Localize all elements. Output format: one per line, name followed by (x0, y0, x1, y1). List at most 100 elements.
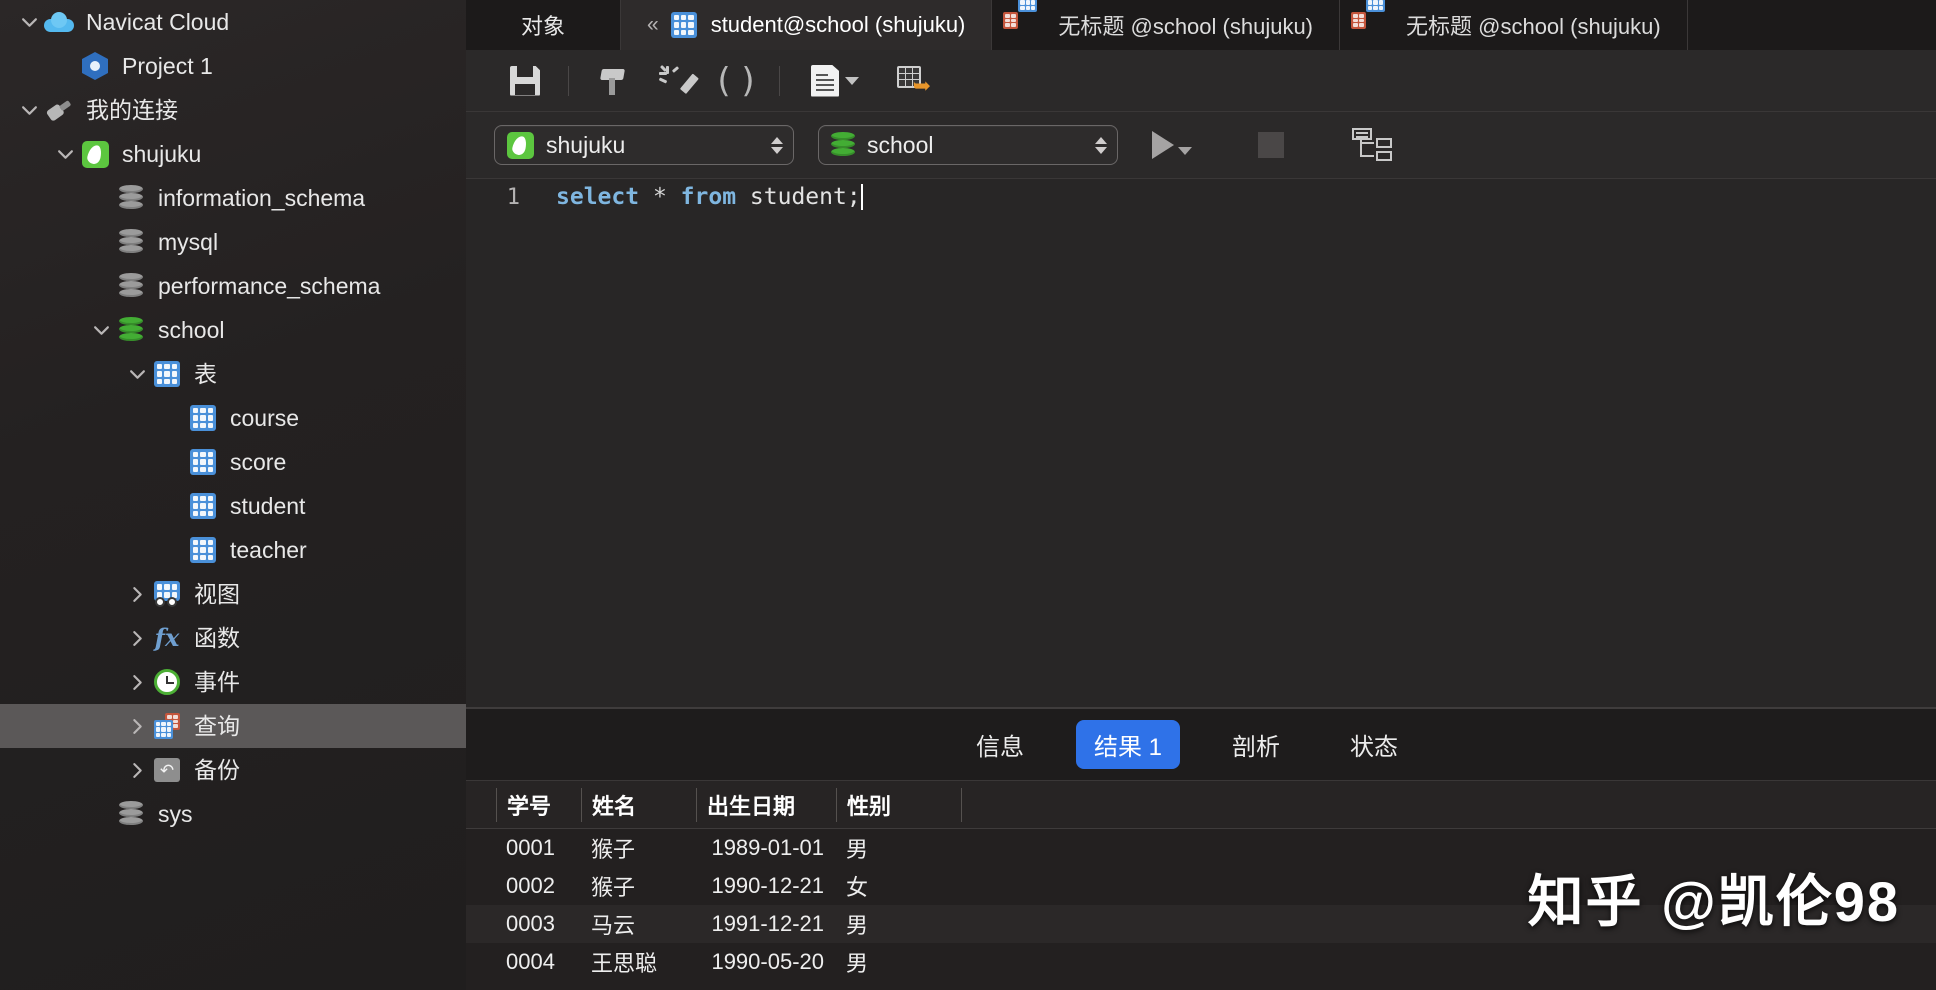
main-area: 对象 «student@school (shujuku)无标题 @school … (466, 0, 1936, 990)
results-tab-bar[interactable]: 信息 结果 1 剖析 状态 (466, 709, 1936, 781)
tree-item-NavicatCloud[interactable]: Navicat Cloud (0, 0, 466, 44)
result-view-button[interactable] (792, 59, 878, 103)
tree-item-score[interactable]: score (0, 440, 466, 484)
sql-token-plain (667, 184, 681, 210)
results-tab-3[interactable]: 状态 (1332, 720, 1416, 769)
table-cell[interactable]: 猴子 (581, 832, 696, 864)
sql-editor[interactable]: 1 select * from student; (466, 178, 1936, 707)
backup-icon: ↶ (154, 758, 180, 782)
table-cell[interactable]: 0003 (496, 911, 581, 937)
connection-select-stepper-icon[interactable] (771, 137, 783, 154)
results-tab-label: 结果 1 (1094, 734, 1162, 761)
twisty-down-icon[interactable] (86, 322, 116, 339)
results-tab-2[interactable]: 剖析 (1214, 720, 1298, 769)
column-header-2[interactable]: 出生日期 (696, 788, 836, 822)
column-header-1[interactable]: 姓名 (581, 788, 696, 822)
save-button[interactable] (494, 59, 556, 103)
twisty-down-icon[interactable] (14, 14, 44, 31)
tree-item-[interactable]: 我的连接 (0, 88, 466, 132)
stop-button[interactable] (1258, 132, 1284, 158)
table-cell[interactable]: 1991-12-21 (696, 911, 836, 937)
results-grid-header[interactable]: 学号姓名出生日期性别 (466, 781, 1936, 829)
tree-item-[interactable]: 表 (0, 352, 466, 396)
editor-toolbar[interactable]: ( ) ➥ (466, 50, 1936, 112)
sql-token-keyword: from (681, 184, 736, 210)
twisty-right-icon[interactable] (122, 674, 152, 691)
column-header-0[interactable]: 学号 (496, 788, 581, 822)
objects-button[interactable]: 对象 (466, 0, 621, 50)
query-context-bar[interactable]: shujuku school (466, 112, 1936, 178)
tab-1[interactable]: 无标题 @school (shujuku) (992, 0, 1340, 50)
results-tab-1[interactable]: 结果 1 (1076, 720, 1180, 769)
tree-item-mysql[interactable]: mysql (0, 220, 466, 264)
tree-item-[interactable]: 视图 (0, 572, 466, 616)
tree-item-[interactable]: ↶备份 (0, 748, 466, 792)
tree-item-[interactable]: 查询 (0, 704, 466, 748)
table-cell[interactable]: 0004 (496, 949, 581, 975)
parentheses-button[interactable]: ( ) (705, 59, 767, 103)
tab-bar[interactable]: 对象 «student@school (shujuku)无标题 @school … (466, 0, 1936, 50)
tree-item-school[interactable]: school (0, 308, 466, 352)
connection-select-value: shujuku (546, 132, 745, 159)
table-cell[interactable]: 马云 (581, 908, 696, 940)
database-select-stepper-icon[interactable] (1095, 137, 1107, 154)
run-button[interactable] (1142, 131, 1202, 159)
table-cell[interactable]: 女 (836, 870, 961, 902)
column-header-4[interactable] (961, 788, 1051, 822)
table-cell[interactable]: 猴子 (581, 870, 696, 902)
table-cell[interactable]: 男 (836, 946, 961, 978)
tree-item-label: information_schema (158, 187, 365, 210)
editor-line[interactable]: 1 select * from student; (466, 179, 1936, 215)
table-cell[interactable]: 0002 (496, 873, 581, 899)
table-cell[interactable]: 0001 (496, 835, 581, 861)
table-cell[interactable]: 王思聪 (581, 946, 696, 978)
export-result-icon: ➥ (897, 66, 929, 96)
tree-item-shujuku[interactable]: shujuku (0, 132, 466, 176)
run-options-chevron-icon[interactable] (1178, 147, 1192, 155)
tree-item-course[interactable]: course (0, 396, 466, 440)
connection-select[interactable]: shujuku (494, 125, 794, 165)
beautify-sql-button[interactable] (581, 59, 643, 103)
twisty-right-icon[interactable] (122, 718, 152, 735)
explain-plan-button[interactable] (1352, 128, 1392, 162)
object-tree-sidebar[interactable]: Navicat CloudProject 1我的连接shujuku informa… (0, 0, 466, 990)
tree-item-Project1[interactable]: Project 1 (0, 44, 466, 88)
tree-item-sys[interactable]: sys (0, 792, 466, 836)
table-cell[interactable]: 1989-01-01 (696, 835, 836, 861)
tree-item-[interactable]: 事件 (0, 660, 466, 704)
twisty-right-icon[interactable] (122, 586, 152, 603)
twisty-down-icon[interactable] (122, 366, 152, 383)
backup-icon-wrap: ↶ (152, 755, 182, 785)
table-row[interactable]: 0004王思聪1990-05-20男 (466, 943, 1936, 981)
tree-item-student[interactable]: student (0, 484, 466, 528)
database-select[interactable]: school (818, 125, 1118, 165)
code-snippet-button[interactable] (643, 59, 705, 103)
results-tab-label: 状态 (1350, 734, 1398, 761)
table-row[interactable]: 0001猴子1989-01-01男 (466, 829, 1936, 867)
sql-code[interactable]: select * from student; (532, 184, 863, 210)
tab-2[interactable]: 无标题 @school (shujuku) (1340, 0, 1688, 50)
results-grid-body[interactable]: 0001猴子1989-01-01男0002猴子1990-12-21女0003马云… (466, 829, 1936, 981)
tree-item-teacher[interactable]: teacher (0, 528, 466, 572)
tree-item-performance_schema[interactable]: performance_schema (0, 264, 466, 308)
tree-item-[interactable]: fx函数 (0, 616, 466, 660)
tab-0[interactable]: «student@school (shujuku) (621, 0, 992, 50)
table-cell[interactable]: 男 (836, 908, 961, 940)
twisty-right-icon[interactable] (122, 630, 152, 647)
export-result-button[interactable]: ➥ (878, 59, 948, 103)
table-cell[interactable]: 1990-12-21 (696, 873, 836, 899)
results-grid[interactable]: 学号姓名出生日期性别 0001猴子1989-01-01男0002猴子1990-1… (466, 781, 1936, 990)
table-row[interactable]: 0003马云1991-12-21男 (466, 905, 1936, 943)
double-chevron-left-icon[interactable]: « (647, 13, 657, 37)
table-cell[interactable]: 1990-05-20 (696, 949, 836, 975)
tree-item-information_schema[interactable]: information_schema (0, 176, 466, 220)
twisty-down-icon[interactable] (14, 102, 44, 119)
results-tab-0[interactable]: 信息 (958, 720, 1042, 769)
twisty-right-icon[interactable] (122, 762, 152, 779)
column-header-3[interactable]: 性别 (836, 788, 961, 822)
twisty-down-icon[interactable] (50, 146, 80, 163)
chevron-down-icon[interactable] (845, 77, 859, 85)
table-cell[interactable]: 男 (836, 832, 961, 864)
tree-item-label: 查询 (194, 715, 240, 738)
table-row[interactable]: 0002猴子1990-12-21女 (466, 867, 1936, 905)
